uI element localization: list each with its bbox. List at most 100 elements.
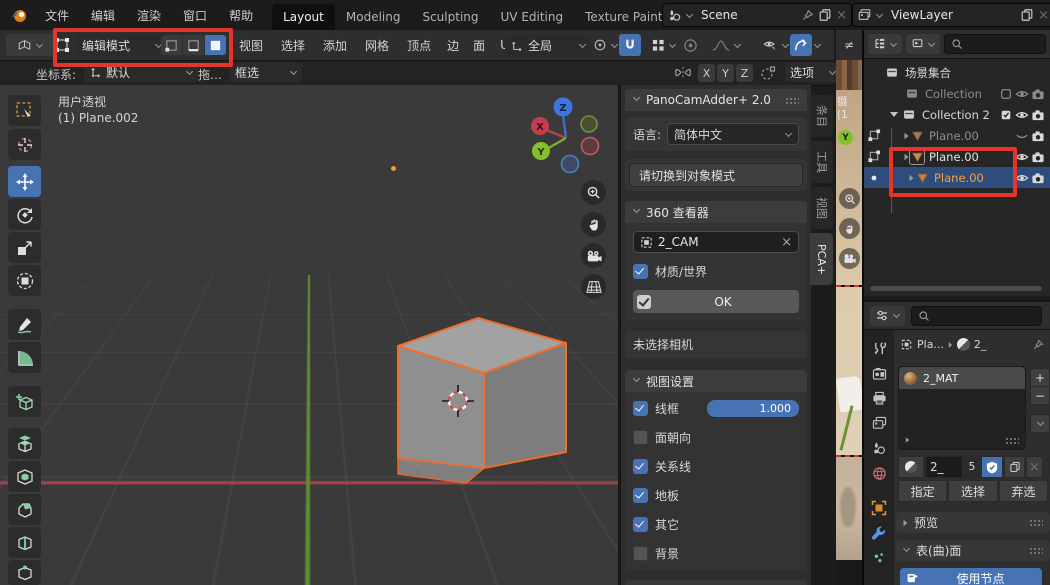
expanded-arrow-icon[interactable]: [890, 112, 898, 117]
hide-eye-icon[interactable]: [1014, 86, 1030, 102]
gizmo-dropdown[interactable]: [790, 34, 821, 56]
editor-type-button[interactable]: [6, 34, 54, 56]
browse-material-button[interactable]: [898, 456, 924, 478]
camera-view-control[interactable]: [581, 243, 606, 268]
pin-icon[interactable]: [801, 9, 814, 22]
outliner-row-collection2[interactable]: Collection 2: [864, 104, 1050, 125]
eye-closed-icon[interactable]: [1014, 128, 1030, 144]
assign-button[interactable]: 指定: [898, 480, 947, 502]
tab-world[interactable]: [869, 463, 889, 483]
camera-visibility-icon[interactable]: [1030, 170, 1046, 186]
tab-output[interactable]: [869, 388, 889, 408]
new-scene-icon[interactable]: [818, 8, 832, 22]
proportional-editing-button[interactable]: [683, 38, 698, 53]
workspace-tab-uvediting[interactable]: UV Editing: [490, 4, 575, 30]
strip-gizmo-y-axis[interactable]: Y: [838, 130, 853, 145]
collapsed-arrow-icon[interactable]: [905, 132, 909, 138]
hide-eye-icon[interactable]: [1014, 107, 1030, 123]
tab-particles[interactable]: [869, 548, 889, 568]
sidebar-tab-tool[interactable]: 工具: [810, 141, 833, 183]
checkbox-off-icon[interactable]: [633, 430, 648, 445]
floor-toggle[interactable]: 地板: [633, 487, 799, 504]
edited-cube-mesh[interactable]: [0, 85, 618, 585]
outliner-search-input[interactable]: [944, 34, 1046, 54]
wireframe-slider[interactable]: 1.000: [707, 400, 799, 417]
drag-label[interactable]: 拖…: [198, 66, 222, 83]
tool-bevel[interactable]: [8, 494, 41, 525]
face-orientation-toggle[interactable]: 面朝向: [633, 429, 799, 446]
3d-viewport[interactable]: 用户透视 (1) Plane.002: [0, 85, 619, 585]
extras-toggle[interactable]: 其它: [633, 516, 799, 533]
tool-add-cube[interactable]: [8, 386, 41, 417]
outliner-row-plane-hidden[interactable]: Plane.00: [864, 125, 1050, 146]
add-slot-button[interactable]: +: [1030, 368, 1050, 387]
mirror-y-button[interactable]: Y: [717, 64, 734, 82]
menu-edit[interactable]: 编辑: [80, 0, 126, 30]
tab-render[interactable]: [869, 363, 889, 383]
outliner-display-mode-dropdown[interactable]: [868, 34, 902, 54]
material-name-field[interactable]: 2_: [925, 456, 963, 478]
orthographic-toggle-control[interactable]: [581, 274, 606, 299]
sidebar-tab-pca[interactable]: PCA+: [810, 233, 833, 285]
resize-grip-icon[interactable]: [1005, 437, 1019, 444]
proportional-falloff-dropdown[interactable]: [703, 34, 749, 56]
menu-add[interactable]: 添加: [314, 37, 356, 54]
panel-header-panocamadder[interactable]: PanoCamAdder+ 2.0: [625, 89, 807, 111]
scene-name[interactable]: Scene: [697, 8, 797, 22]
snap-toggle-button[interactable]: [619, 34, 641, 56]
checkbox-on-icon[interactable]: [633, 488, 648, 503]
tab-tool[interactable]: [869, 338, 889, 358]
drag-grip-icon[interactable]: [1029, 547, 1043, 554]
material-slot-row[interactable]: 2_MAT: [899, 367, 1025, 389]
use-nodes-button[interactable]: 使用节点: [900, 568, 1042, 585]
blender-logo-icon[interactable]: [0, 7, 34, 23]
camera-visibility-icon[interactable]: [1030, 107, 1046, 123]
tool-knife[interactable]: [8, 560, 41, 585]
material-slot-list[interactable]: 2_MAT: [898, 366, 1026, 450]
zoom-control[interactable]: [581, 180, 606, 205]
transform-orientation-dropdown[interactable]: 全局: [505, 34, 591, 56]
strip-pan-control[interactable]: [839, 218, 860, 239]
properties-search-input[interactable]: [911, 306, 1042, 326]
menu-help[interactable]: 帮助: [218, 0, 264, 30]
tool-rotate[interactable]: [8, 199, 41, 230]
ok-checkbox-icon[interactable]: [637, 295, 651, 309]
camera-field[interactable]: 2_CAM: [633, 231, 799, 253]
viewlayer-selector[interactable]: ViewLayer: [852, 3, 1050, 27]
camera-visibility-icon[interactable]: [1030, 149, 1046, 165]
camera-visibility-icon[interactable]: [1030, 86, 1046, 102]
tool-cursor[interactable]: [8, 129, 41, 160]
select-button[interactable]: 选择: [948, 480, 997, 502]
strip-zoom-control[interactable]: [839, 188, 860, 209]
view-settings-header[interactable]: 视图设置: [625, 370, 807, 392]
wireframe-toggle[interactable]: 线框 1.000: [633, 400, 799, 417]
menu-select[interactable]: 选择: [272, 37, 314, 54]
switch-to-object-mode-button[interactable]: 请切换到对象模式: [629, 163, 803, 187]
ok-button[interactable]: OK: [633, 290, 799, 313]
menu-window[interactable]: 窗口: [172, 0, 218, 30]
gizmo-minus-x-axis[interactable]: [582, 138, 599, 155]
drag-action-dropdown[interactable]: 框选: [230, 63, 302, 82]
outliner-row-collection[interactable]: Collection: [864, 83, 1050, 104]
snap-projection-icon[interactable]: [760, 65, 776, 81]
outliner-filter-dropdown[interactable]: [906, 34, 940, 54]
outliner-row-scene-collection[interactable]: 场景集合: [864, 62, 1050, 83]
breadcrumb-material[interactable]: 2_: [974, 338, 1028, 351]
duplicate-material-button[interactable]: [1004, 456, 1025, 478]
checkbox-on-icon[interactable]: [633, 401, 648, 416]
slot-specials-button[interactable]: [1030, 414, 1050, 433]
menu-file[interactable]: 文件: [34, 0, 80, 30]
clear-camera-icon[interactable]: [781, 235, 792, 250]
menu-render[interactable]: 渲染: [126, 0, 172, 30]
tool-extrude-region[interactable]: [8, 428, 41, 459]
expand-icon[interactable]: [906, 437, 910, 443]
exclude-checkbox-icon[interactable]: [998, 107, 1014, 123]
sidebar-tab-item[interactable]: 条目: [810, 95, 833, 137]
mirror-z-button[interactable]: Z: [736, 64, 753, 82]
scene-selector[interactable]: Scene: [662, 3, 852, 27]
viewlayer-name[interactable]: ViewLayer: [887, 8, 1016, 22]
camera-visibility-icon[interactable]: [1030, 128, 1046, 144]
menu-face[interactable]: 面: [466, 37, 492, 54]
viewer-section-header[interactable]: 360 查看器: [625, 201, 807, 223]
tab-object[interactable]: [869, 498, 889, 518]
